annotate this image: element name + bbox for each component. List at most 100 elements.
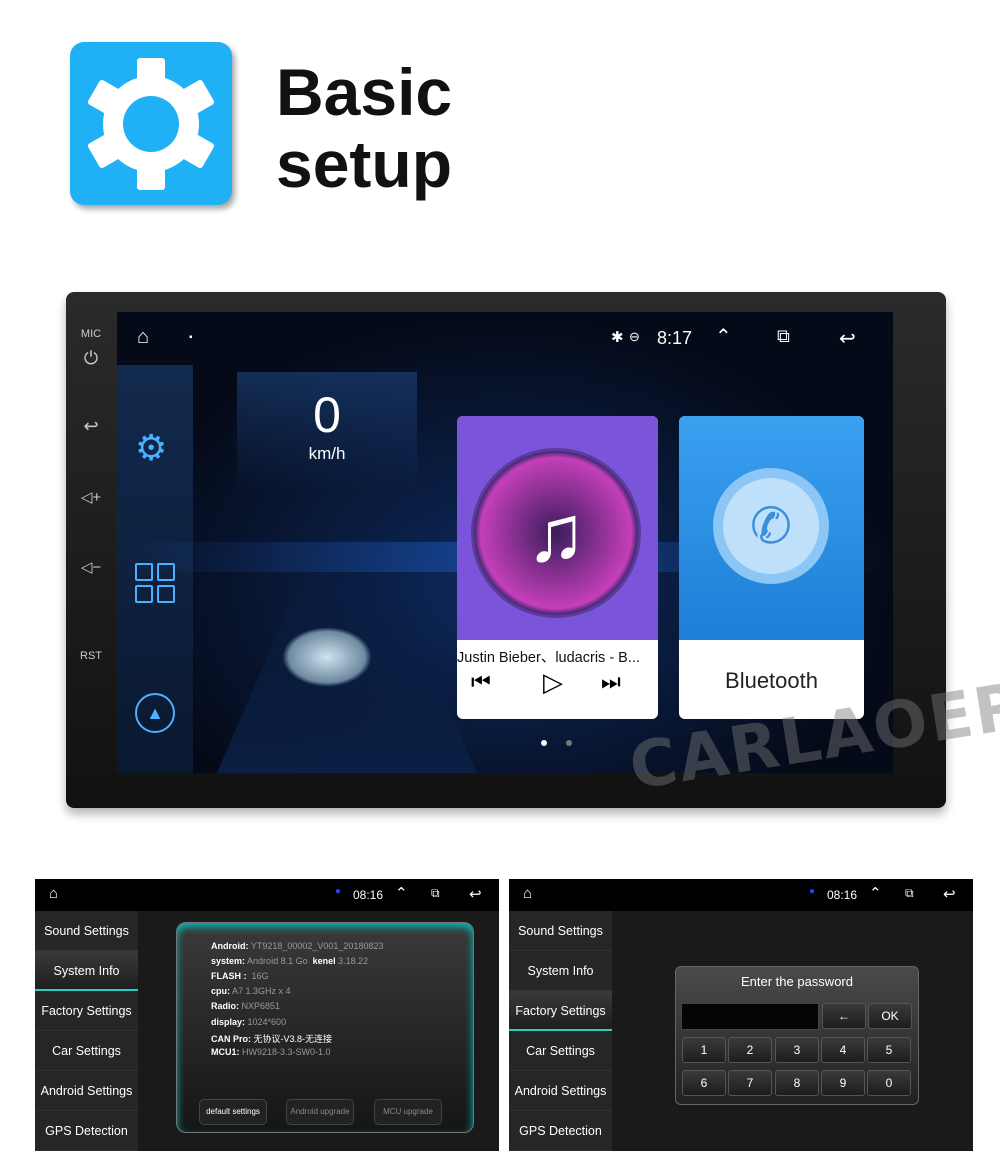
menu-gps-detection[interactable]: GPS Detection <box>509 1111 612 1151</box>
menu-sound-settings[interactable]: Sound Settings <box>509 911 612 951</box>
info-value: YT9218_00002_V001_20180823 <box>250 941 384 951</box>
info-label: MCU1: <box>211 1047 240 1057</box>
info-row: system: Android 8.1 Go kenel 3.18.22 <box>211 956 368 966</box>
status-bar: ⌂ ▪ ✱ ⊖ 8:17 ⌃ ⧉ ↩ <box>117 312 893 365</box>
previous-icon[interactable]: ⏮ <box>471 669 491 695</box>
bluetooth-icon: ✱ <box>611 329 624 346</box>
navigation-icon[interactable]: ▲ <box>135 693 175 733</box>
play-icon[interactable]: ▷ <box>543 667 563 698</box>
key-7[interactable]: 7 <box>728 1070 772 1096</box>
status-bar: ⌂ ● 08:16 ⌃ ⧉ ↩ <box>35 879 499 911</box>
music-note-icon: ♫ <box>471 448 641 618</box>
recent-apps-icon[interactable]: ⧉ <box>905 886 914 901</box>
back-button[interactable]: ↩ <box>76 416 106 437</box>
factory-settings-screen: ⌂ ● 08:16 ⌃ ⧉ ↩ Sound Settings System In… <box>509 879 973 1151</box>
password-dialog: Enter the password ← OK 1 2 3 4 5 6 7 8 … <box>675 966 919 1105</box>
gear-icon <box>86 58 216 190</box>
menu-factory-settings[interactable]: Factory Settings <box>35 991 138 1031</box>
key-6[interactable]: 6 <box>682 1070 726 1096</box>
mcu-upgrade-button[interactable]: MCU upgrade <box>374 1099 442 1125</box>
menu-factory-settings[interactable]: Factory Settings <box>509 991 612 1031</box>
phone-bluetooth-icon: ✆ <box>713 468 829 584</box>
settings-menu: Sound Settings System Info Factory Setti… <box>509 911 612 1151</box>
back-icon[interactable]: ↩ <box>839 326 856 351</box>
bluetooth-label: Bluetooth <box>725 668 818 693</box>
info-row: Android: YT9218_00002_V001_20180823 <box>211 941 383 951</box>
next-icon[interactable]: ⏭ <box>601 669 621 695</box>
info-label: kenel <box>312 956 336 966</box>
recent-apps-icon[interactable]: ⧉ <box>431 886 440 901</box>
ok-button[interactable]: OK <box>868 1003 912 1029</box>
android-upgrade-button[interactable]: Android upgrade <box>286 1099 354 1125</box>
password-input[interactable] <box>681 1003 819 1030</box>
menu-system-info[interactable]: System Info <box>509 951 612 991</box>
menu-car-settings[interactable]: Car Settings <box>35 1031 138 1071</box>
volume-up-button[interactable]: ◁+ <box>76 488 106 506</box>
key-2[interactable]: 2 <box>728 1037 772 1063</box>
key-4[interactable]: 4 <box>821 1037 865 1063</box>
info-label: Radio: <box>211 1001 239 1011</box>
clock: 08:16 <box>353 888 384 902</box>
settings-menu: Sound Settings System Info Factory Setti… <box>35 911 138 1151</box>
menu-system-info[interactable]: System Info <box>35 951 138 991</box>
recent-apps-icon[interactable]: ⧉ <box>777 326 790 347</box>
back-icon[interactable]: ↩ <box>943 885 956 903</box>
home-icon[interactable]: ⌂ <box>523 885 532 902</box>
system-info-screen: ⌂ ● 08:16 ⌃ ⧉ ↩ Sound Settings System In… <box>35 879 499 1151</box>
home-icon[interactable]: ⌂ <box>49 885 58 902</box>
bluetooth-widget[interactable]: ✆ Bluetooth <box>679 416 864 719</box>
chevron-up-icon[interactable]: ⌃ <box>715 324 732 349</box>
home-icon[interactable]: ⌂ <box>137 326 149 349</box>
bluetooth-icon: ● <box>335 886 342 897</box>
title-line-2: setup <box>276 127 453 201</box>
info-label: cpu: <box>211 986 230 996</box>
page-dot-active[interactable] <box>541 740 547 746</box>
default-settings-button[interactable]: default settings <box>199 1099 267 1125</box>
info-row: Radio: NXP6851 <box>211 1001 280 1011</box>
menu-car-settings[interactable]: Car Settings <box>509 1031 612 1071</box>
system-info-box: Android: YT9218_00002_V001_20180823 syst… <box>176 922 474 1133</box>
info-value: 16G <box>251 971 269 981</box>
key-1[interactable]: 1 <box>682 1037 726 1063</box>
music-widget[interactable]: ♫ Justin Bieber、ludacris - B... ⏮ ▷ ⏭ <box>457 416 658 719</box>
key-3[interactable]: 3 <box>775 1037 819 1063</box>
key-0[interactable]: 0 <box>867 1070 911 1096</box>
home-screen: ⌂ ▪ ✱ ⊖ 8:17 ⌃ ⧉ ↩ ⚙ ▲ 0 km/h ♫ Justin B… <box>117 312 893 773</box>
back-icon[interactable]: ↩ <box>469 885 482 903</box>
chevron-up-icon[interactable]: ⌃ <box>395 884 408 902</box>
car-image <box>282 627 372 687</box>
menu-gps-detection[interactable]: GPS Detection <box>35 1111 138 1151</box>
info-label: Android: <box>211 941 249 951</box>
image-icon: ▪ <box>189 332 193 343</box>
speed-unit: km/h <box>308 444 346 463</box>
status-bar: ⌂ ● 08:16 ⌃ ⧉ ↩ <box>509 879 973 911</box>
settings-icon[interactable]: ⚙ <box>135 427 167 469</box>
info-value: A7 1.3GHz x 4 <box>232 986 291 996</box>
page-dot[interactable] <box>566 740 572 746</box>
rst-label: RST <box>80 650 102 662</box>
info-row: FLASH : 16G <box>211 971 269 981</box>
menu-android-settings[interactable]: Android Settings <box>509 1071 612 1111</box>
backspace-button[interactable]: ← <box>822 1003 866 1029</box>
speedometer: 0 km/h <box>237 372 417 492</box>
power-button[interactable]: ⏻ <box>76 348 106 369</box>
settings-app-icon <box>70 42 232 205</box>
info-label: FLASH : <box>211 971 247 981</box>
info-value: 1024*600 <box>247 1017 287 1027</box>
clock: 8:17 <box>657 328 693 348</box>
volume-down-button[interactable]: ◁− <box>76 558 106 576</box>
info-value: NXP6851 <box>241 1001 281 1011</box>
menu-sound-settings[interactable]: Sound Settings <box>35 911 138 951</box>
key-8[interactable]: 8 <box>775 1070 819 1096</box>
dnd-icon: ⊖ <box>629 329 640 344</box>
clock: 08:16 <box>827 888 858 902</box>
key-9[interactable]: 9 <box>821 1070 865 1096</box>
title-line-1: Basic <box>276 55 453 129</box>
menu-android-settings[interactable]: Android Settings <box>35 1071 138 1111</box>
key-5[interactable]: 5 <box>867 1037 911 1063</box>
info-value: Android 8.1 Go <box>247 956 308 966</box>
chevron-up-icon[interactable]: ⌃ <box>869 884 882 902</box>
info-label: CAN Pro: <box>211 1034 251 1044</box>
dialog-title: Enter the password <box>740 974 853 989</box>
info-value: HW9218-3.3-SW0-1.0 <box>242 1047 331 1057</box>
